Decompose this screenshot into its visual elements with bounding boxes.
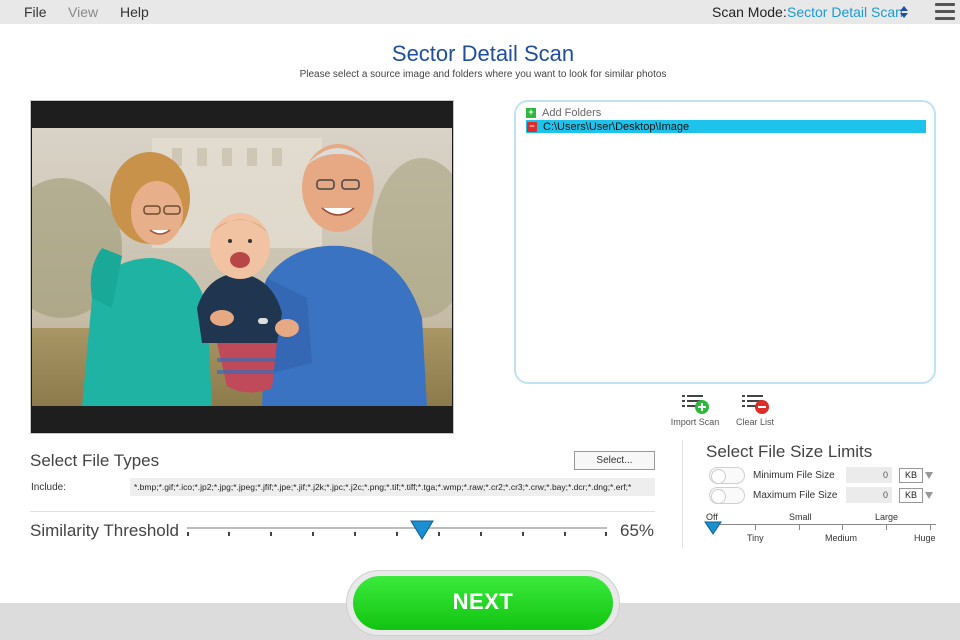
menu-bar: File View Help Scan Mode: Sector Detail …	[0, 0, 960, 24]
minimum-size-label: Minimum File Size	[753, 470, 835, 481]
size-scale-label: Huge	[914, 533, 936, 543]
slider-tick	[354, 532, 356, 536]
hamburger-menu-icon[interactable]	[935, 3, 955, 21]
source-image-preview[interactable]	[30, 100, 454, 434]
size-tick	[842, 524, 843, 530]
maximum-size-input[interactable]: 0	[846, 487, 892, 503]
minimum-size-input[interactable]: 0	[846, 467, 892, 483]
list-item[interactable]: − C:\Users\User\Desktop\Image	[526, 120, 926, 133]
sort-arrows-icon[interactable]	[898, 4, 910, 20]
similarity-slider[interactable]	[187, 527, 607, 529]
import-scan-label: Import Scan	[670, 417, 720, 427]
size-tick	[886, 524, 887, 530]
include-label: Include:	[31, 482, 67, 493]
plus-icon: +	[526, 107, 536, 118]
slider-tick	[312, 532, 314, 536]
slider-tick	[480, 532, 482, 536]
page-subtitle: Please select a source image and folders…	[299, 69, 667, 80]
clear-list-icon	[742, 395, 769, 414]
menu-help[interactable]: Help	[120, 4, 149, 20]
scan-mode-select[interactable]: Sector Detail Scan	[787, 4, 903, 20]
size-scale-label: Large	[875, 512, 899, 522]
file-size-slider-thumb[interactable]	[704, 521, 722, 535]
letterbox-bottom	[32, 406, 452, 432]
folder-list[interactable]: + Add Folders − C:\Users\User\Desktop\Im…	[514, 100, 936, 384]
file-size-slider[interactable]	[712, 524, 936, 525]
similarity-percent: 65%	[620, 521, 655, 540]
include-extensions-field[interactable]: *.bmp;*.gif;*.ico;*.jp2;*.jpg;*.jpeg;*.j…	[130, 478, 655, 496]
divider	[30, 511, 655, 512]
maximum-size-toggle[interactable]	[709, 487, 745, 504]
file-size-title: Select File Size Limits	[706, 442, 873, 461]
import-list-icon	[682, 395, 709, 414]
dropdown-arrow-icon[interactable]	[925, 472, 933, 479]
select-file-types-button[interactable]: Select...	[574, 451, 655, 470]
similarity-slider-thumb[interactable]	[410, 520, 434, 540]
page-title: Sector Detail Scan	[391, 41, 575, 66]
menu-view[interactable]: View	[68, 4, 98, 20]
slider-tick	[270, 532, 272, 536]
vertical-divider	[682, 440, 683, 548]
next-button[interactable]: NEXT	[353, 576, 613, 630]
slider-tick	[396, 532, 398, 536]
maximum-unit-select[interactable]: KB	[899, 488, 923, 503]
add-folders-row[interactable]: + Add Folders	[526, 106, 601, 119]
letterbox-top	[32, 102, 452, 128]
size-tick	[755, 524, 756, 530]
slider-tick	[187, 532, 189, 536]
menu-file[interactable]: File	[24, 4, 47, 20]
clear-list-button[interactable]: Clear List	[730, 393, 780, 427]
file-types-title: Select File Types	[30, 451, 160, 470]
folder-path: C:\Users\User\Desktop\Image	[543, 120, 690, 133]
minimum-size-toggle[interactable]	[709, 467, 745, 484]
source-photo	[32, 128, 452, 407]
slider-tick	[228, 532, 230, 536]
import-scan-button[interactable]: Import Scan	[668, 393, 722, 427]
size-tick	[799, 524, 800, 530]
clear-list-label: Clear List	[735, 417, 774, 427]
add-folders-label: Add Folders	[542, 106, 602, 119]
dropdown-arrow-icon[interactable]	[925, 492, 933, 499]
scan-mode-label: Scan Mode:	[712, 4, 787, 20]
slider-tick	[564, 532, 566, 536]
slider-tick	[522, 532, 524, 536]
slider-tick	[438, 532, 440, 536]
size-scale-label: Tiny	[747, 533, 764, 543]
similarity-title: Similarity Threshold	[30, 521, 179, 540]
maximum-size-label: Maximum File Size	[753, 490, 838, 501]
slider-tick	[605, 532, 607, 536]
size-tick	[930, 524, 931, 530]
minus-icon[interactable]: −	[527, 121, 537, 132]
size-scale-label: Medium	[825, 533, 858, 543]
minimum-unit-select[interactable]: KB	[899, 468, 923, 483]
size-scale-label: Small	[789, 512, 812, 522]
